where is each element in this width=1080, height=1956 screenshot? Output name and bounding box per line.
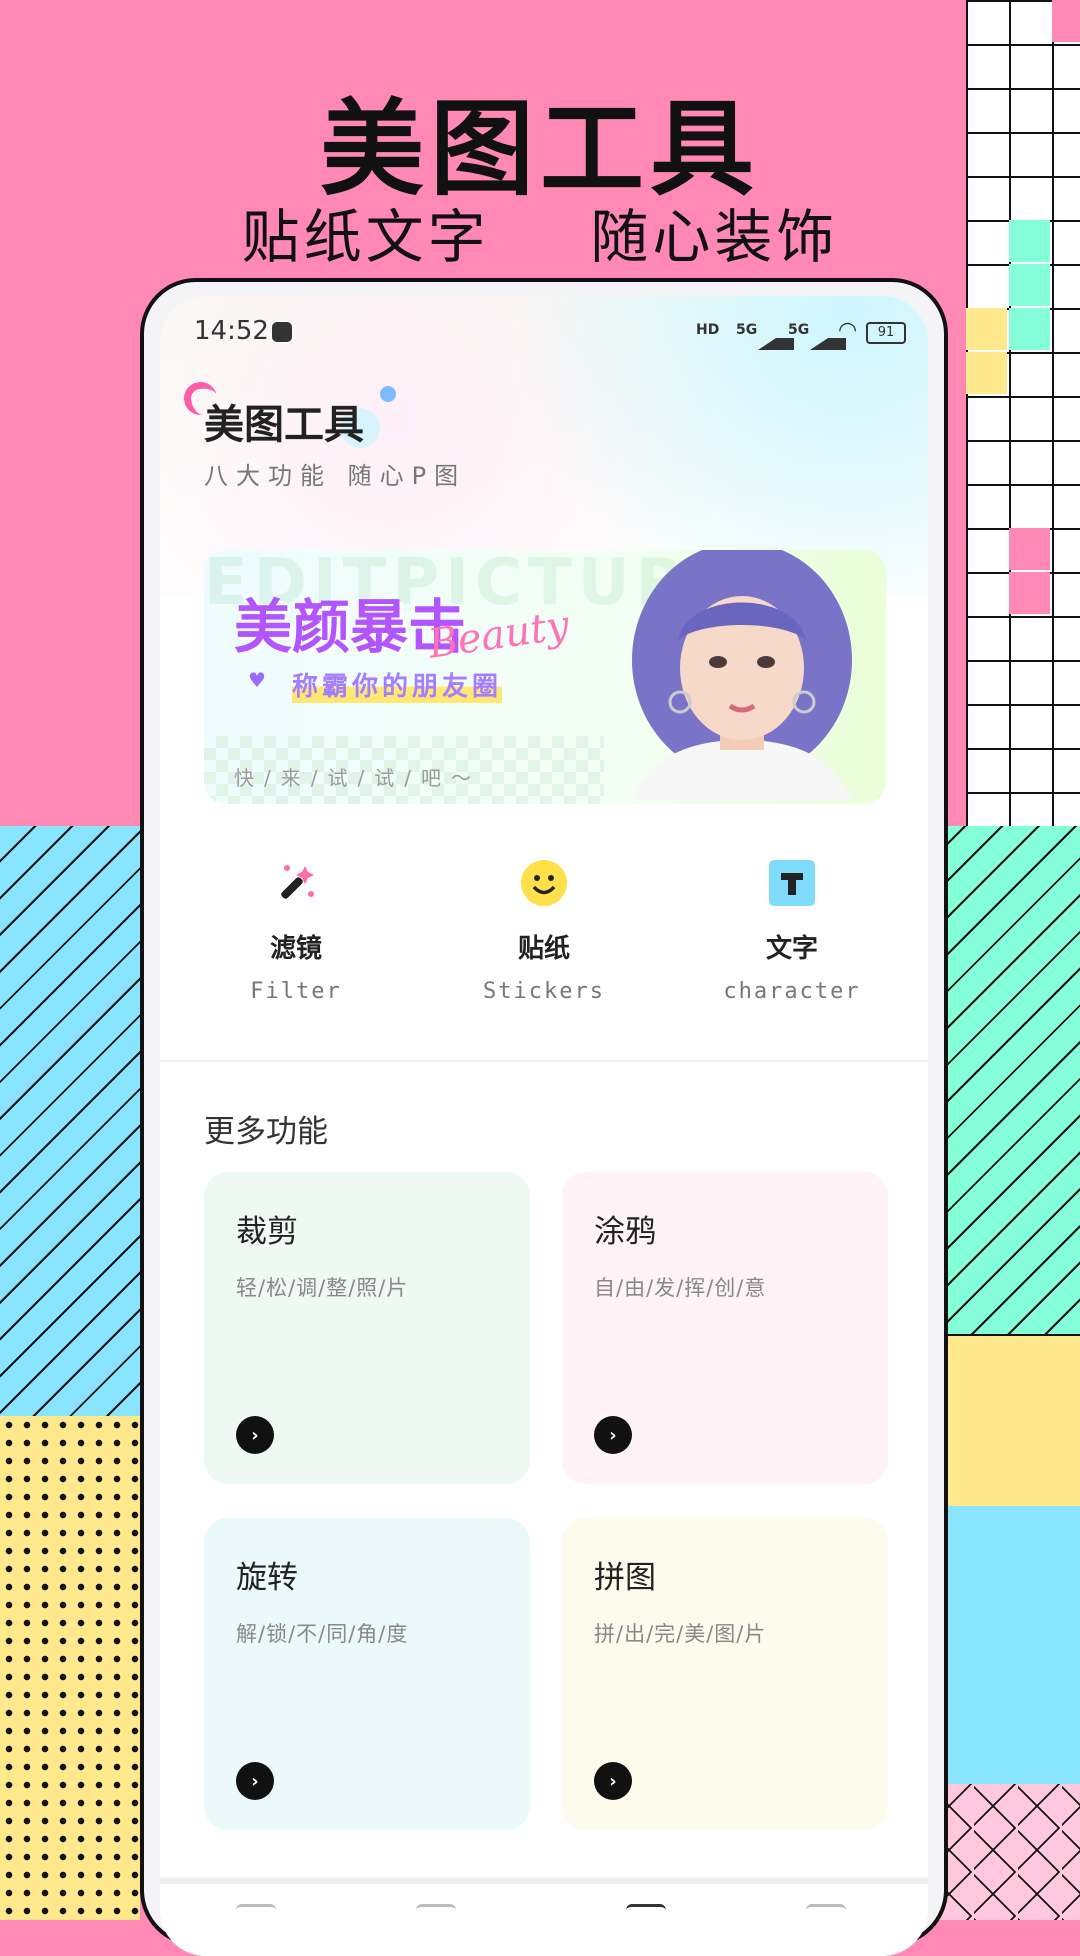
- bottom-nav: [160, 1878, 928, 1956]
- decor-cell: [1009, 308, 1050, 350]
- quick-action-filter[interactable]: 滤镜 Filter: [176, 856, 416, 1004]
- banner-model-photo: [632, 550, 852, 800]
- page-title: 美图工具: [204, 402, 364, 448]
- decor-dot: [380, 386, 396, 402]
- feature-card-collage[interactable]: 拼图 拼/出/完/美/图/片 ›: [562, 1518, 888, 1830]
- card-subtitle: 自/由/发/挥/创/意: [594, 1276, 767, 1300]
- decor-cell: [1052, 0, 1080, 42]
- quick-label-en: Stickers: [483, 979, 605, 1004]
- phone-frame: 14:52 HD 5G 5G ◠ 91 美图工具 八大功能 随心P图 EDITP…: [140, 278, 948, 1956]
- quick-label-en: character: [723, 979, 861, 1004]
- decor-stripes-right: [930, 826, 1080, 1334]
- quick-label: 滤镜: [269, 934, 322, 964]
- signal-5g-icon-1: 5G: [736, 322, 758, 338]
- quick-action-stickers[interactable]: 贴纸 Stickers: [424, 856, 664, 1004]
- magic-wand-icon: [269, 856, 323, 910]
- card-title: 裁剪: [236, 1214, 298, 1250]
- card-title: 拼图: [594, 1560, 656, 1596]
- phone-screen: 14:52 HD 5G 5G ◠ 91 美图工具 八大功能 随心P图 EDITP…: [160, 296, 928, 1956]
- status-bar: 14:52 HD 5G 5G ◠ 91: [160, 296, 928, 376]
- quick-label: 贴纸: [517, 934, 570, 964]
- quick-label-en: Filter: [250, 979, 342, 1004]
- feature-card-rotate[interactable]: 旋转 解/锁/不/同/角/度 ›: [204, 1518, 530, 1830]
- hero-subtitle: 贴纸文字 随心装饰: [241, 203, 839, 271]
- quick-label: 文字: [765, 934, 818, 964]
- decor-blue-block: [930, 1506, 1080, 1784]
- card-title: 旋转: [236, 1560, 298, 1596]
- wifi-icon: ◠: [838, 318, 858, 343]
- nav-home-icon[interactable]: [236, 1904, 276, 1919]
- chevron-right-icon[interactable]: ›: [594, 1762, 632, 1800]
- chevron-right-icon[interactable]: ›: [236, 1762, 274, 1800]
- heart-icon: ♥: [248, 668, 266, 692]
- text-t-icon: [765, 856, 819, 910]
- banner-tagline: 称霸你的朋友圈: [292, 666, 503, 703]
- chevron-right-icon[interactable]: ›: [236, 1416, 274, 1454]
- decor-zigzag: [930, 1784, 1080, 1920]
- page-subtitle: 八大功能 随心P图: [204, 462, 467, 490]
- card-title: 涂鸦: [594, 1214, 656, 1250]
- status-time: 14:52: [194, 316, 269, 346]
- quick-actions: 滤镜 Filter 贴纸 Stickers 文字 character: [160, 856, 928, 1016]
- nav-profile-icon[interactable]: [806, 1904, 846, 1919]
- chevron-right-icon[interactable]: ›: [594, 1416, 632, 1454]
- app-notification-icon: [272, 322, 292, 342]
- decor-dots-left: [0, 1416, 140, 1920]
- smiley-icon: [517, 856, 571, 910]
- card-subtitle: 拼/出/完/美/图/片: [594, 1622, 767, 1646]
- decor-cell: [966, 308, 1007, 350]
- more-features-title: 更多功能: [204, 1114, 328, 1150]
- decor-yellow-block: [930, 1334, 1080, 1508]
- signal-5g-icon-2: 5G: [788, 322, 810, 338]
- card-subtitle: 解/锁/不/同/角/度: [236, 1622, 409, 1646]
- quick-action-text[interactable]: 文字 character: [672, 856, 912, 1004]
- decor-cell: [1009, 572, 1050, 614]
- nav-discover-icon[interactable]: [626, 1904, 666, 1919]
- promo-banner[interactable]: EDITPICTURE 美颜暴击 Beauty ♥ 称霸你的朋友圈 快/来/试/…: [204, 550, 886, 804]
- decor-cell: [1009, 528, 1050, 570]
- feature-card-crop[interactable]: 裁剪 轻/松/调/整/照/片 ›: [204, 1172, 530, 1484]
- section-divider: [160, 1060, 928, 1062]
- decor-cell: [966, 352, 1007, 394]
- card-subtitle: 轻/松/调/整/照/片: [236, 1276, 409, 1300]
- feature-card-doodle[interactable]: 涂鸦 自/由/发/挥/创/意 ›: [562, 1172, 888, 1484]
- nav-tools-icon[interactable]: [416, 1904, 456, 1919]
- battery-icon: 91: [866, 322, 906, 344]
- decor-stripes-left: [0, 826, 140, 1416]
- banner-footer: 快/来/试/试/吧～: [234, 766, 481, 790]
- hd-icon: HD: [696, 322, 720, 338]
